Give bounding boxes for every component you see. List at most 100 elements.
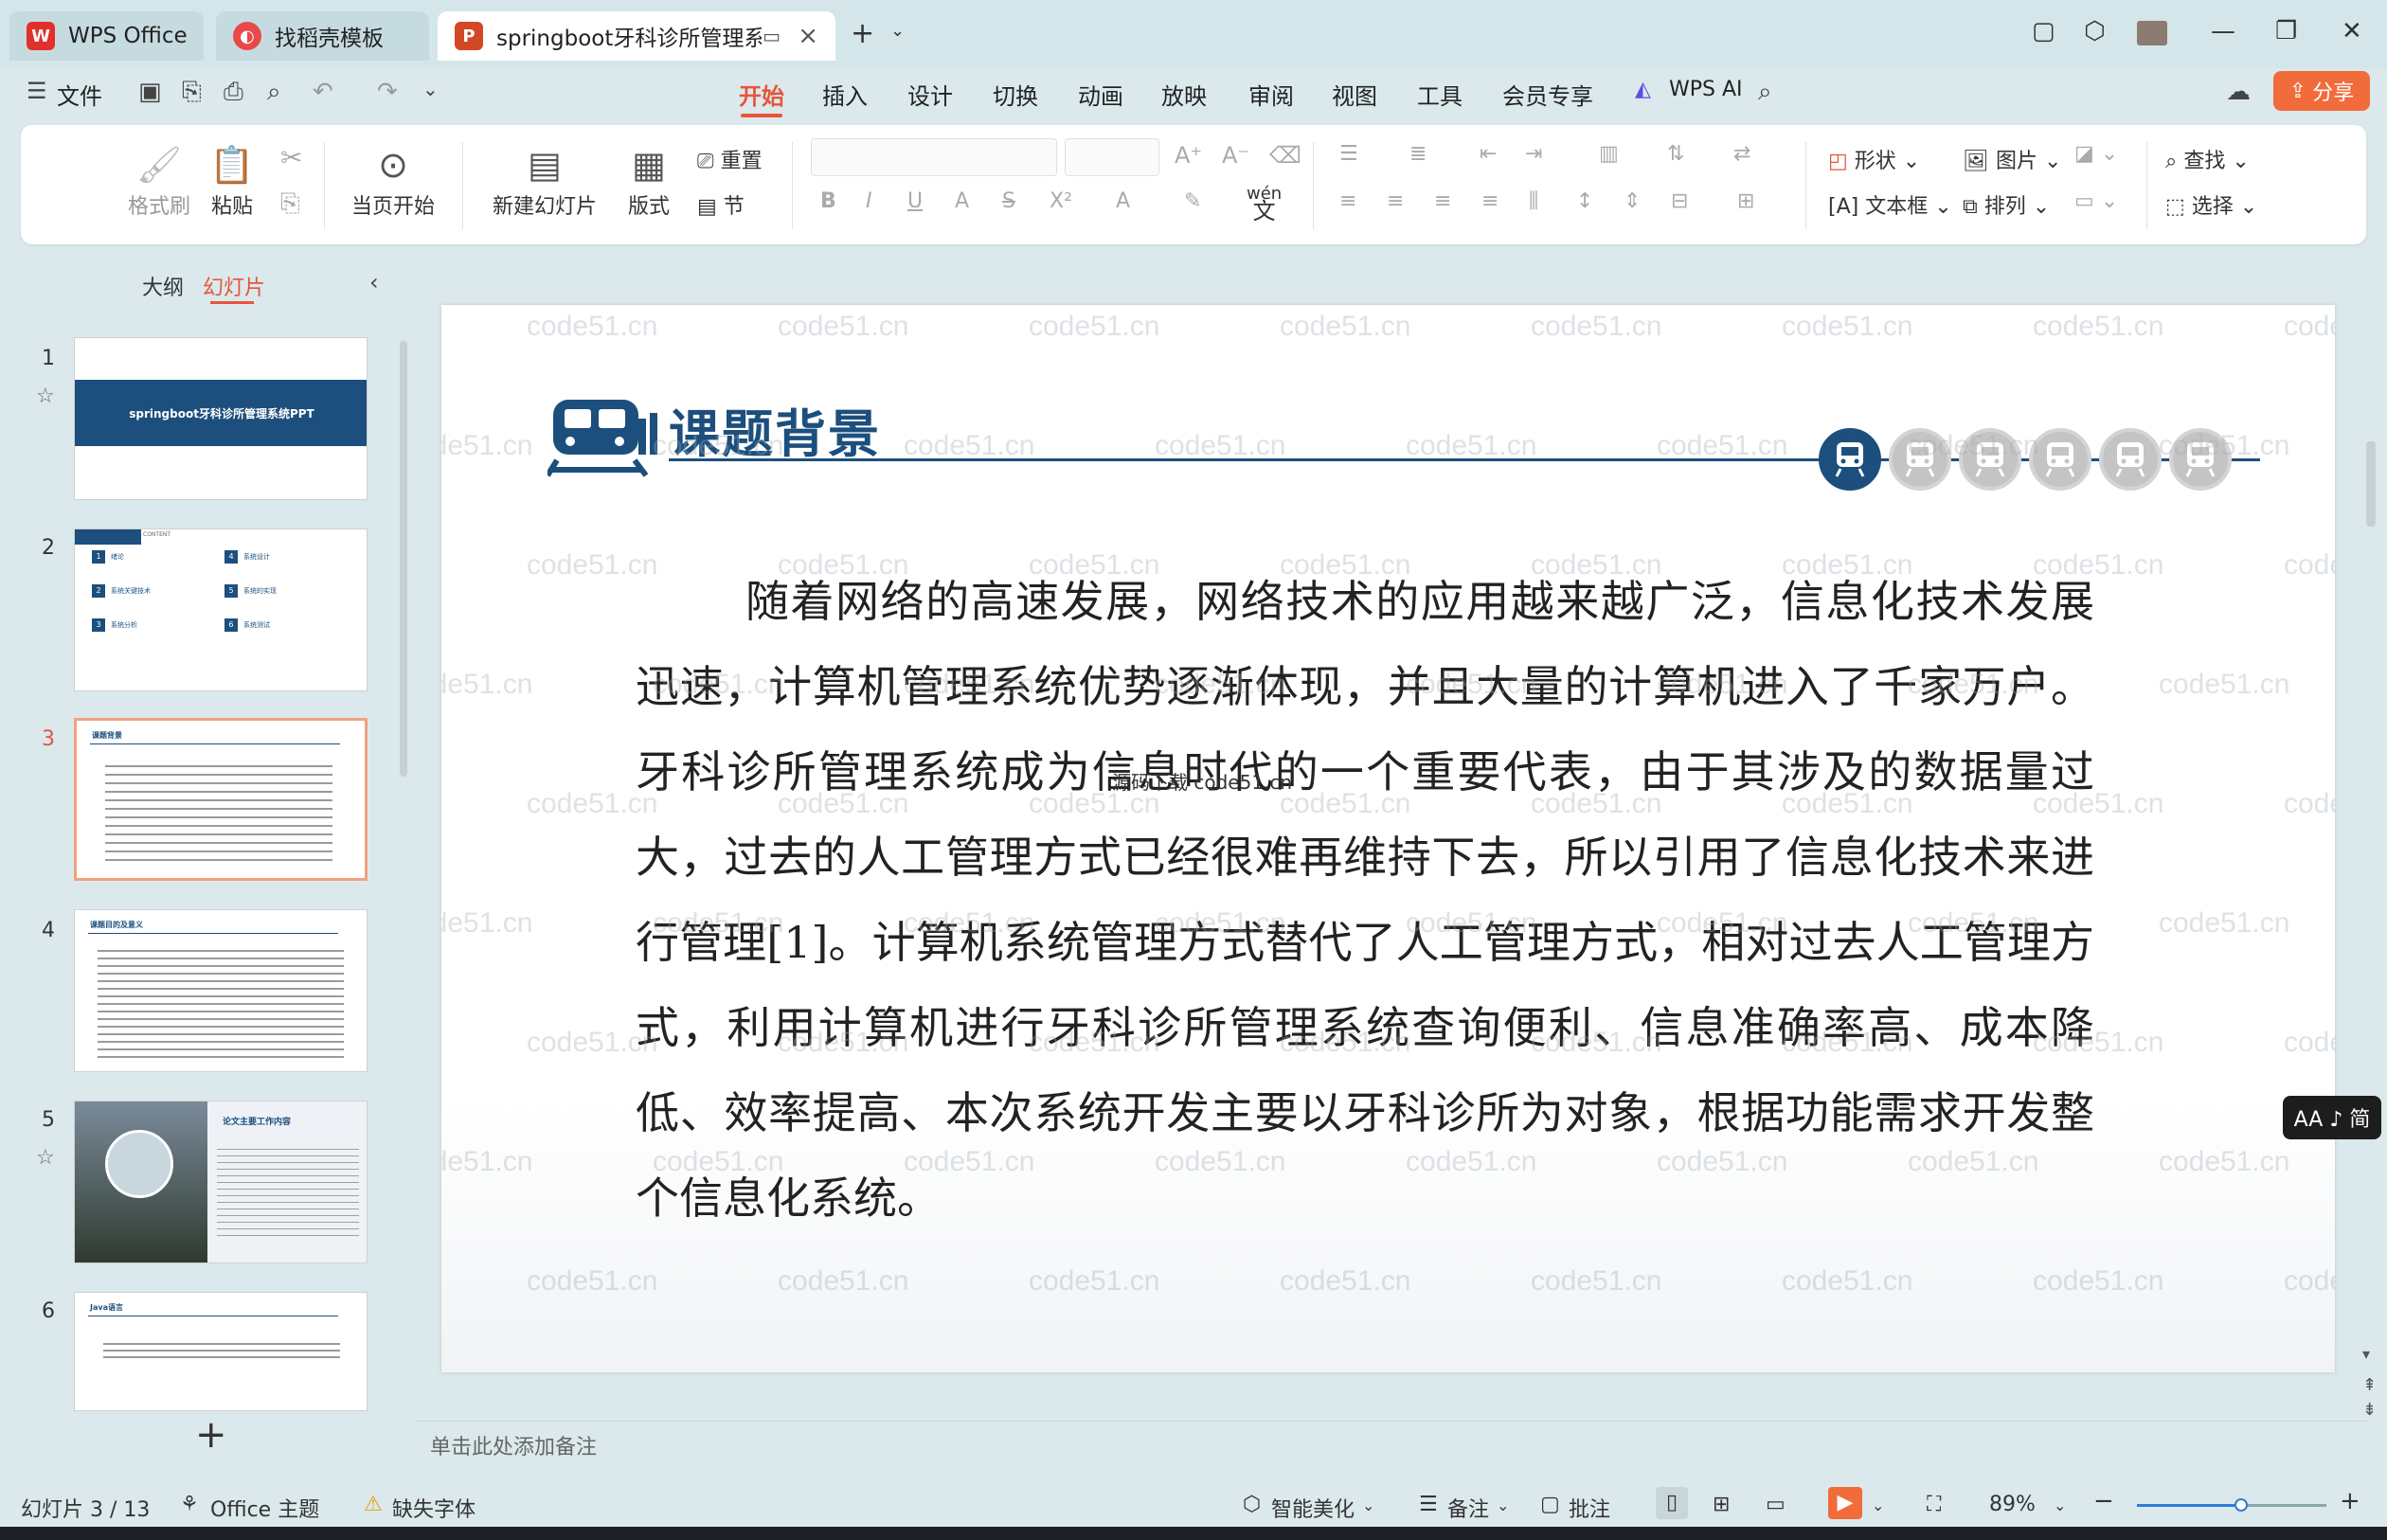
phonetic-button[interactable]: wén 文: [1247, 186, 1282, 224]
menu-transition[interactable]: 切换: [993, 78, 1038, 111]
align-right-icon[interactable]: ≡: [1434, 189, 1451, 213]
align-center-icon[interactable]: ≡: [1387, 189, 1404, 213]
new-tab-icon[interactable]: +: [851, 17, 874, 50]
hamburger-icon[interactable]: ☰: [27, 78, 47, 104]
avatar[interactable]: [2137, 21, 2167, 45]
share-button[interactable]: ⇪ 分享: [2273, 71, 2370, 111]
close-tab-icon[interactable]: ×: [798, 22, 818, 50]
format-painter-button[interactable]: 🖌 格式刷: [121, 140, 197, 220]
zoom-level[interactable]: 89%: [1989, 1493, 2036, 1516]
tab-docer[interactable]: ◐ 找稻壳模板: [216, 11, 429, 61]
missing-font-label[interactable]: 缺失字体: [392, 1493, 476, 1523]
slide-canvas[interactable]: 课题背景 随着网络的高速发展，网络技术的应用越来越广泛，信息化技术发展迅速，计算…: [441, 305, 2335, 1372]
distribute-icon[interactable]: ⫼: [1529, 189, 1538, 213]
chevron-down-icon[interactable]: ⌄: [1362, 1496, 1374, 1514]
chevron-down-icon[interactable]: ⌄: [422, 78, 439, 100]
vertical-align-icon[interactable]: ⊟: [1671, 189, 1688, 213]
save-icon[interactable]: ▣: [138, 78, 162, 106]
convert-icon[interactable]: ⇄: [1733, 142, 1750, 166]
scroll-down-icon[interactable]: ▾: [2362, 1345, 2370, 1363]
redo-icon[interactable]: ↷: [377, 78, 398, 106]
font-family-select[interactable]: [811, 138, 1057, 176]
undo-icon[interactable]: ↶: [313, 78, 333, 106]
chevron-down-icon[interactable]: ⌄: [2054, 1496, 2066, 1514]
select-button[interactable]: ⬚ 选择 ⌄: [2165, 189, 2257, 220]
zoom-out-icon[interactable]: −: [2093, 1487, 2114, 1515]
add-slide-button[interactable]: +: [195, 1413, 227, 1457]
text-box-align-icon[interactable]: ⊞: [1737, 189, 1754, 213]
increase-indent-icon[interactable]: ⇥: [1525, 142, 1542, 166]
line-spacing-icon[interactable]: ↕: [1576, 189, 1593, 213]
maximize-icon[interactable]: ❐: [2275, 17, 2297, 45]
slide-thumbnail-3[interactable]: 课题背景: [74, 718, 368, 881]
collapse-panel-icon[interactable]: ‹: [369, 269, 379, 295]
normal-view-icon[interactable]: ▯: [1656, 1487, 1688, 1519]
slide-thumbnail-2[interactable]: CONTENT 1 绪论 4 系统设计 2 系统关键技术 5 系统的实现 3 系统分析 6 系统测试: [74, 528, 368, 691]
minimize-icon[interactable]: —: [2211, 17, 2235, 45]
copy-icon[interactable]: ⎘: [280, 189, 300, 219]
reset-button[interactable]: ⎚ 重置: [697, 144, 763, 174]
comments-button[interactable]: 批注: [1569, 1493, 1610, 1523]
paragraph-spacing-icon[interactable]: ⇕: [1624, 189, 1641, 213]
new-slide-button[interactable]: ▤ 新建幻灯片: [483, 140, 606, 220]
cube-icon[interactable]: ⬡: [2084, 17, 2106, 45]
play-slideshow-icon[interactable]: ▶: [1828, 1487, 1862, 1519]
decrease-indent-icon[interactable]: ⇤: [1480, 142, 1497, 166]
grid-view-icon[interactable]: ⊞: [1713, 1493, 1730, 1516]
zoom-slider-knob[interactable]: [2234, 1498, 2248, 1512]
reading-view-icon[interactable]: ▭: [1766, 1493, 1786, 1516]
search-icon[interactable]: ⌕: [1758, 78, 1772, 107]
font-shrink-icon[interactable]: A⁻: [1222, 142, 1249, 169]
slide-thumbnail-5[interactable]: 论文主要工作内容: [74, 1101, 368, 1263]
chevron-down-icon[interactable]: ⌄: [1497, 1496, 1509, 1514]
align-left-icon[interactable]: ≡: [1339, 189, 1356, 213]
menu-animation[interactable]: 动画: [1078, 78, 1123, 111]
layout-icon[interactable]: ▢: [2032, 17, 2055, 45]
menu-file[interactable]: 文件: [57, 78, 102, 111]
slide-thumbnail-4[interactable]: 课题目的及意义: [74, 909, 368, 1072]
text-direction-icon[interactable]: ⇅: [1667, 142, 1684, 166]
notes-button[interactable]: 备注: [1447, 1493, 1489, 1523]
tab-outline[interactable]: 大纲: [142, 271, 184, 301]
outline-icon[interactable]: ▭ ⌄: [2074, 189, 2118, 213]
next-slide-icon[interactable]: ⇟: [2362, 1400, 2377, 1420]
justify-icon[interactable]: ≡: [1481, 189, 1499, 213]
textbox-button[interactable]: [A] 文本框 ⌄: [1828, 189, 1952, 220]
superscript-icon[interactable]: X²: [1050, 189, 1072, 213]
chevron-down-icon[interactable]: ⌄: [1872, 1496, 1884, 1514]
star-icon[interactable]: ☆: [36, 1146, 55, 1170]
find-button[interactable]: ⌕ 查找 ⌄: [2165, 144, 2250, 174]
strikethrough-icon[interactable]: S: [1002, 189, 1015, 213]
fit-window-icon[interactable]: ⛶: [1927, 1493, 1941, 1516]
highlight-icon[interactable]: ✎: [1184, 189, 1201, 213]
shape-button[interactable]: ◰ 形状 ⌄: [1828, 144, 1920, 174]
monitor-icon[interactable]: ▭: [763, 25, 781, 47]
shadow-icon[interactable]: A: [955, 189, 969, 213]
italic-icon[interactable]: I: [866, 189, 872, 213]
zoom-slider[interactable]: [2137, 1498, 2326, 1512]
slide-thumbnail-1[interactable]: springboot牙科诊所管理系统PPT: [74, 337, 368, 500]
cut-icon[interactable]: ✂: [280, 142, 302, 173]
paste-button[interactable]: 📋 粘贴: [199, 140, 265, 220]
menu-member[interactable]: 会员专享: [1502, 78, 1593, 111]
font-grow-icon[interactable]: A⁺: [1175, 142, 1202, 169]
menu-wps-ai[interactable]: WPS AI: [1669, 78, 1743, 101]
theme-label[interactable]: Office 主题: [210, 1493, 319, 1523]
play-from-current-button[interactable]: ⊙ 当页开始: [341, 140, 445, 220]
menu-design[interactable]: 设计: [907, 78, 953, 111]
notes-input[interactable]: 单击此处添加备注: [430, 1430, 597, 1460]
print-preview-icon[interactable]: ⌕: [267, 78, 281, 107]
text-columns-icon[interactable]: ▥: [1599, 142, 1619, 166]
section-button[interactable]: ▤ 节: [697, 189, 745, 220]
zoom-in-icon[interactable]: +: [2340, 1487, 2360, 1515]
menu-home[interactable]: 开始: [739, 78, 784, 111]
tab-slides[interactable]: 幻灯片: [203, 271, 265, 301]
numbered-list-icon[interactable]: ≣: [1409, 142, 1427, 166]
slide-thumbnail-6[interactable]: Java语言: [74, 1292, 368, 1411]
cloud-icon[interactable]: ☁: [2226, 78, 2251, 106]
menu-slideshow[interactable]: 放映: [1161, 78, 1207, 111]
print-icon[interactable]: ⎙: [224, 78, 243, 107]
star-icon[interactable]: ☆: [36, 385, 55, 408]
font-color-icon[interactable]: A: [1116, 189, 1130, 213]
panel-scrollbar[interactable]: [400, 341, 407, 777]
